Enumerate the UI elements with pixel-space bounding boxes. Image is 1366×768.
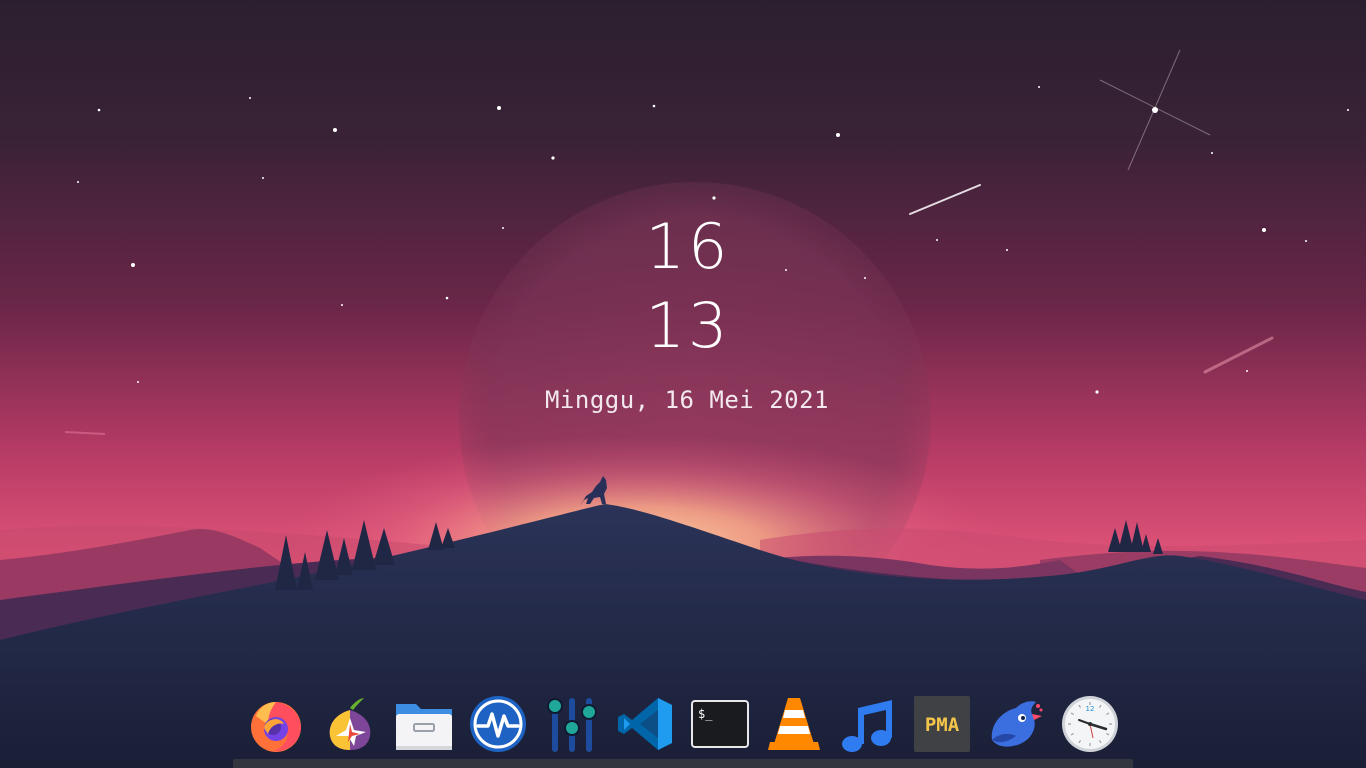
vlc-icon: [768, 698, 820, 750]
clock-minute: 13: [645, 289, 731, 362]
dock-item-firefox[interactable]: [246, 694, 306, 754]
tor-browser-icon: [329, 698, 371, 750]
folder-icon: [396, 704, 452, 750]
dock-item-tor-browser[interactable]: [320, 694, 380, 754]
desktop: 16 13 Minggu, 16 Mei 2021 $_ PMA 12: [0, 0, 1366, 768]
firefox-icon: [251, 702, 301, 752]
terminal-prompt: $_: [698, 707, 713, 721]
dock-item-clock[interactable]: 12: [1060, 694, 1120, 754]
terminal-icon: $_: [691, 700, 749, 748]
clock-icon: 12: [1062, 696, 1118, 752]
system-monitor-icon: [470, 696, 526, 752]
clock-face-number: 12: [1086, 705, 1095, 713]
vscode-icon: [618, 698, 672, 750]
pma-label: PMA: [925, 714, 960, 736]
dock-bar: [233, 759, 1133, 768]
dock-item-vlc[interactable]: [764, 694, 824, 754]
clock-hour: 16: [645, 210, 731, 283]
dock-item-phpmyadmin[interactable]: PMA: [912, 694, 972, 754]
equalizer-icon: [547, 698, 597, 752]
wallpaper: [0, 0, 1366, 768]
bird-icon: [991, 701, 1043, 747]
dock: $_ PMA 12: [233, 688, 1133, 768]
dock-item-bird-app[interactable]: [986, 694, 1046, 754]
phpmyadmin-icon: PMA: [914, 696, 970, 752]
music-note-icon: [842, 700, 892, 752]
dock-item-terminal[interactable]: $_: [690, 694, 750, 754]
dock-item-files[interactable]: [394, 694, 454, 754]
clock-date: Minggu, 16 Mei 2021: [544, 386, 830, 414]
dock-item-vscode[interactable]: [616, 694, 676, 754]
dock-item-mixer[interactable]: [542, 694, 602, 754]
dock-item-system-monitor[interactable]: [468, 694, 528, 754]
dock-item-music[interactable]: [838, 694, 898, 754]
